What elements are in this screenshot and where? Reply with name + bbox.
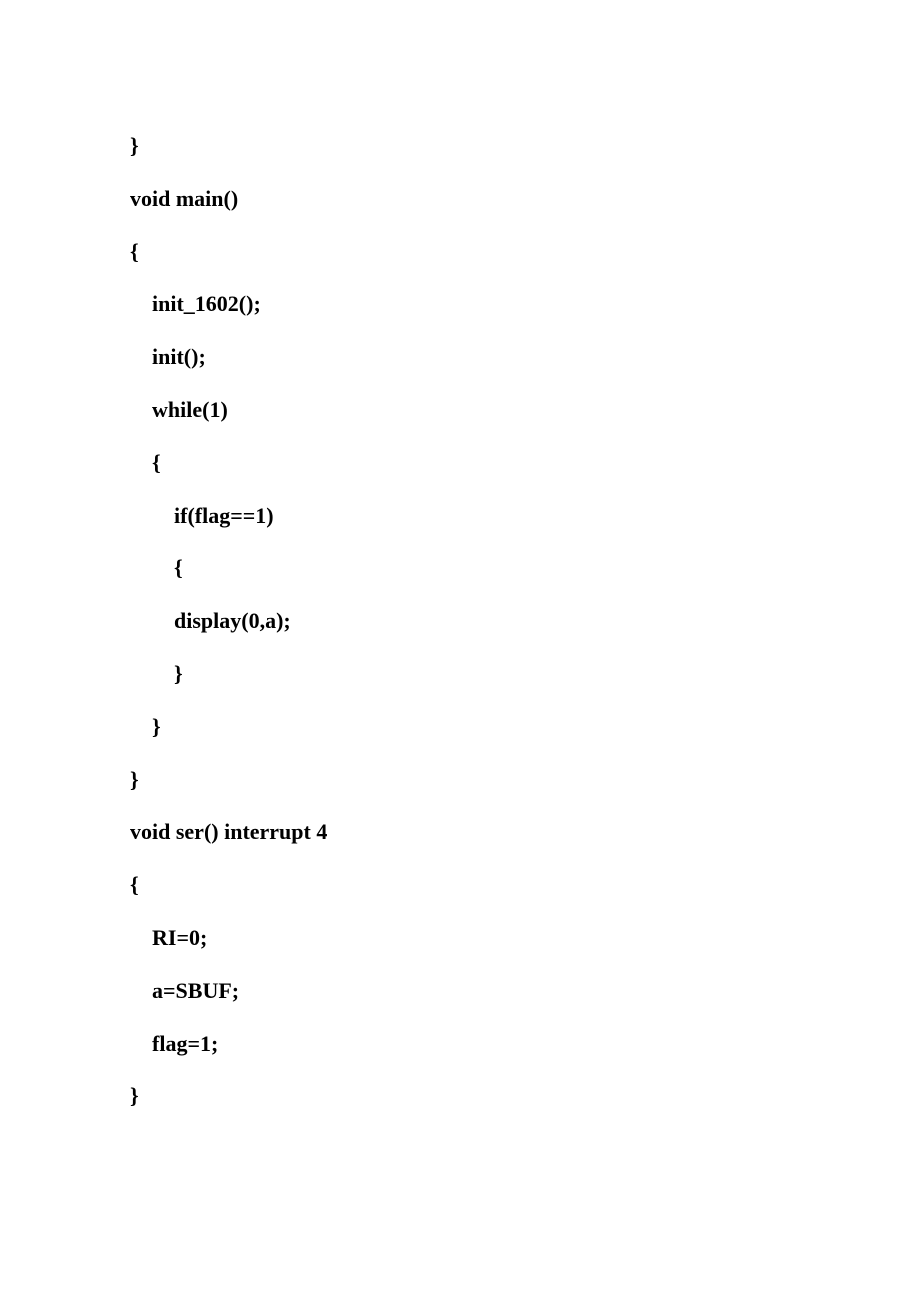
code-line: init(); (130, 331, 920, 384)
code-line: void main() (130, 173, 920, 226)
code-line: init_1602(); (130, 278, 920, 331)
code-line: } (130, 1070, 920, 1123)
code-line: { (130, 542, 920, 595)
code-line: { (130, 437, 920, 490)
code-line: } (130, 701, 920, 754)
code-line: flag=1; (130, 1018, 920, 1071)
code-line: } (130, 754, 920, 807)
code-line: RI=0; (130, 912, 920, 965)
code-line: } (130, 648, 920, 701)
code-line: } (130, 120, 920, 173)
code-line: { (130, 226, 920, 279)
code-line: display(0,a); (130, 595, 920, 648)
code-document: } void main() { init_1602(); init(); whi… (0, 0, 920, 1123)
code-line: a=SBUF; (130, 965, 920, 1018)
code-line: { (130, 859, 920, 912)
code-line: while(1) (130, 384, 920, 437)
code-line: if(flag==1) (130, 490, 920, 543)
code-line: void ser() interrupt 4 (130, 806, 920, 859)
